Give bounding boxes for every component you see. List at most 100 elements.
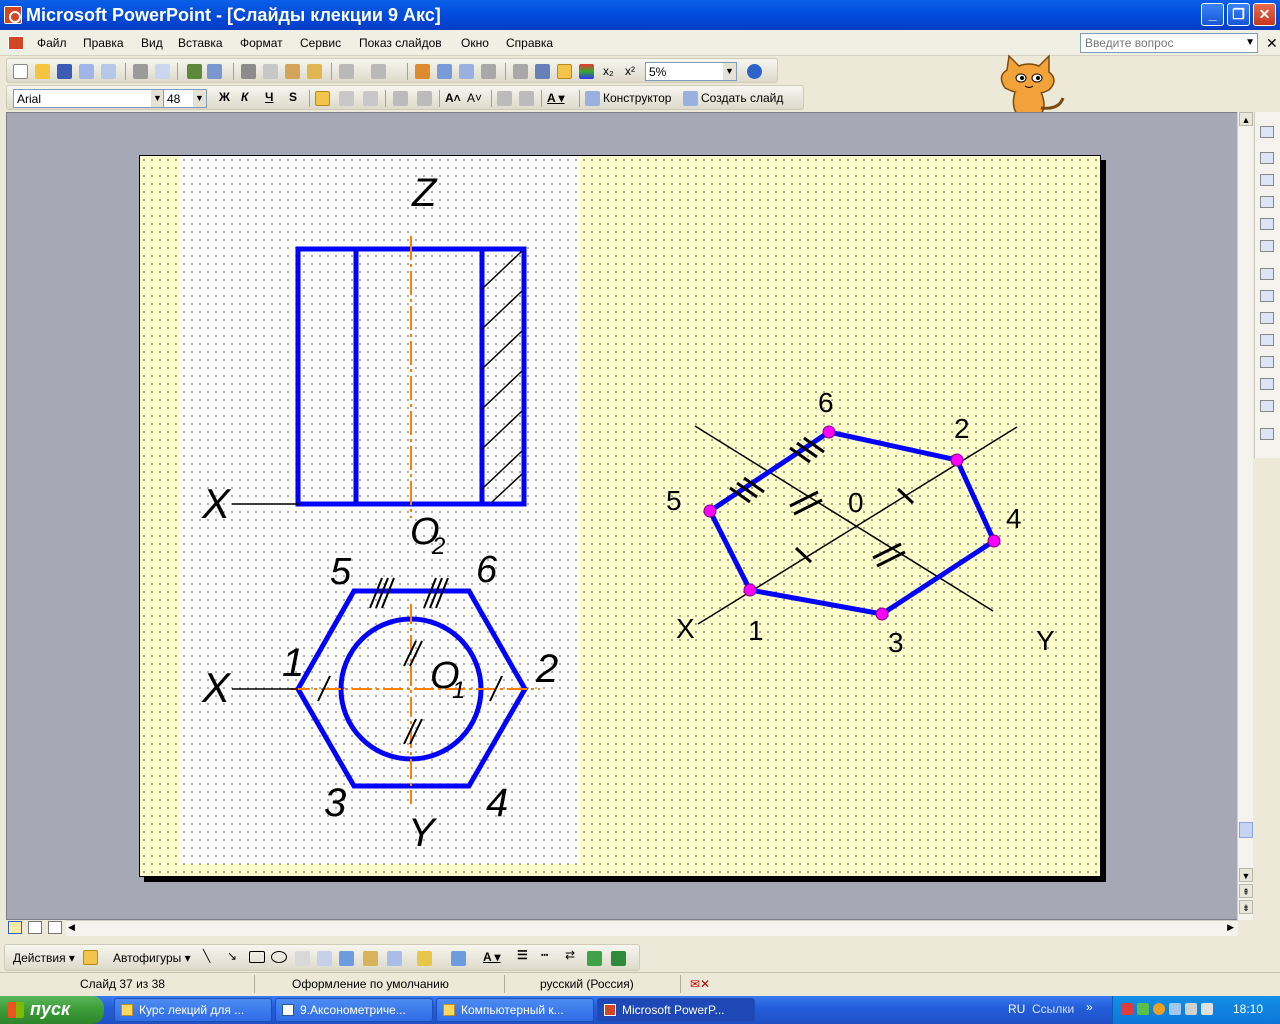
document-icon[interactable] xyxy=(8,36,24,50)
print-preview-icon[interactable] xyxy=(155,64,170,79)
help-question-input[interactable]: Введите вопрос ▼ xyxy=(1080,33,1258,53)
research-icon[interactable] xyxy=(207,64,222,79)
menu-window[interactable]: Окно xyxy=(461,36,489,50)
dash-style-icon[interactable]: ┅ xyxy=(541,948,548,962)
slide-canvas[interactable]: Z X O 2 5 6 1 2 X O 1 3 4 Y 6 2 5 0 4 X … xyxy=(139,155,1101,877)
network-icon[interactable] xyxy=(1137,1003,1149,1015)
maximize-button[interactable]: ❐ xyxy=(1227,3,1250,26)
autoshapes-menu[interactable]: Автофигуры ▾ xyxy=(113,951,191,965)
shadow-button[interactable]: S xyxy=(289,90,297,104)
undo-icon[interactable] xyxy=(339,64,354,79)
powerpoint-app-icon[interactable] xyxy=(4,6,22,24)
arrow-style-icon[interactable]: ⇄ xyxy=(565,948,575,962)
align-left-icon[interactable] xyxy=(315,91,330,106)
paste-icon[interactable] xyxy=(285,64,300,79)
draw-font-color-icon[interactable]: A ▾ xyxy=(483,950,501,964)
less-brightness-icon[interactable] xyxy=(1260,240,1274,252)
redo-icon[interactable] xyxy=(371,64,386,79)
bold-button[interactable]: Ж xyxy=(219,90,230,104)
close-document-icon[interactable]: ✕ xyxy=(1266,35,1278,52)
table-icon[interactable] xyxy=(437,64,452,79)
volume-icon[interactable] xyxy=(1201,1003,1213,1015)
permission-icon[interactable] xyxy=(79,64,94,79)
open-folder-icon[interactable] xyxy=(35,64,50,79)
increase-indent-icon[interactable] xyxy=(519,91,534,106)
more-contrast-icon[interactable] xyxy=(1260,174,1274,186)
spelling-icon[interactable] xyxy=(187,64,202,79)
links-toolbar[interactable]: Ссылки xyxy=(1032,1002,1074,1016)
superscript-icon[interactable]: x² xyxy=(625,64,635,78)
menu-edit[interactable]: Правка xyxy=(83,36,124,50)
recolor-icon[interactable] xyxy=(1260,356,1274,368)
font-size-select[interactable]: 48 ▼ xyxy=(163,89,207,108)
taskbar-item-word[interactable]: 9.Аксонометриче... xyxy=(275,998,433,1022)
office-assistant-cat-icon[interactable] xyxy=(985,48,1071,118)
menu-format[interactable]: Формат xyxy=(240,36,283,50)
cut-icon[interactable] xyxy=(241,64,256,79)
numbering-icon[interactable] xyxy=(393,91,408,106)
normal-view-icon[interactable] xyxy=(8,921,22,934)
line-style-icon[interactable] xyxy=(1260,312,1274,324)
arrow-icon[interactable]: ↘ xyxy=(227,949,237,963)
decrease-font-icon[interactable]: A˅ xyxy=(467,91,482,105)
chevron-down-icon[interactable]: ▼ xyxy=(193,90,206,107)
hyperlink-icon[interactable] xyxy=(481,64,496,79)
spelling-status-icon[interactable]: ✉✕ xyxy=(690,977,710,991)
new-slide-button[interactable]: Создать слайд xyxy=(701,91,783,105)
print-icon[interactable] xyxy=(133,64,148,79)
scroll-left-icon[interactable]: ◀ xyxy=(68,922,75,933)
slideshow-view-icon[interactable] xyxy=(48,921,62,934)
line-style-icon[interactable]: ☰ xyxy=(517,948,528,962)
chart-icon[interactable] xyxy=(415,64,430,79)
select-pointer-icon[interactable] xyxy=(83,950,98,965)
menu-tools[interactable]: Сервис xyxy=(300,36,341,50)
insert-picture-icon[interactable] xyxy=(1260,126,1274,138)
scroll-thumb[interactable] xyxy=(1239,822,1253,838)
scroll-down-icon[interactable]: ▼ xyxy=(1239,868,1253,882)
format-picture-icon[interactable] xyxy=(1260,378,1274,390)
fill-color-icon[interactable] xyxy=(417,951,432,966)
vertical-scrollbar[interactable]: ▲ ▼ ⇞ ⇟ xyxy=(1237,112,1253,920)
picture-icon[interactable] xyxy=(387,951,402,966)
oval-icon[interactable] xyxy=(271,951,287,963)
format-painter-icon[interactable] xyxy=(307,64,322,79)
email-icon[interactable] xyxy=(101,64,116,79)
chevron-down-icon[interactable]: ▼ xyxy=(1245,37,1255,48)
next-slide-icon[interactable]: ⇟ xyxy=(1239,900,1253,914)
compress-icon[interactable] xyxy=(1260,334,1274,346)
taskbar-item-folder[interactable]: Курс лекций для ... xyxy=(114,998,272,1022)
color-grayscale-icon[interactable] xyxy=(579,64,594,79)
new-document-icon[interactable] xyxy=(13,64,28,79)
expand-all-icon[interactable] xyxy=(513,64,528,79)
start-button[interactable]: пуск xyxy=(0,996,104,1024)
align-right-icon[interactable] xyxy=(363,91,378,106)
show-formatting-icon[interactable] xyxy=(535,64,550,79)
diagram-icon[interactable] xyxy=(339,951,354,966)
tables-borders-icon[interactable] xyxy=(459,64,474,79)
previous-slide-icon[interactable]: ⇞ xyxy=(1239,884,1253,898)
color-icon[interactable] xyxy=(1260,152,1274,164)
bullets-icon[interactable] xyxy=(417,91,432,106)
taskbar-item-powerpoint[interactable]: Microsoft PowerP... xyxy=(597,998,755,1022)
menu-file[interactable]: Файл xyxy=(37,36,67,50)
set-transparent-icon[interactable] xyxy=(1260,400,1274,412)
subscript-icon[interactable]: x₂ xyxy=(603,64,614,78)
3d-style-icon[interactable] xyxy=(611,951,626,966)
chevron-down-icon[interactable]: ▼ xyxy=(723,63,736,80)
printer-tray-icon[interactable] xyxy=(1185,1003,1197,1015)
more-brightness-icon[interactable] xyxy=(1260,218,1274,230)
reset-picture-icon[interactable] xyxy=(1260,428,1274,440)
zoom-select[interactable]: 5% ▼ xyxy=(645,62,737,81)
menu-slideshow[interactable]: Показ слайдов xyxy=(359,36,442,50)
slide-sorter-icon[interactable] xyxy=(28,921,42,934)
font-color-icon[interactable]: A ▾ xyxy=(547,91,565,105)
save-icon[interactable] xyxy=(57,64,72,79)
text-box-icon[interactable] xyxy=(295,951,310,966)
scroll-right-icon[interactable]: ▶ xyxy=(1227,922,1234,933)
show-grid-icon[interactable] xyxy=(557,64,572,79)
shadow-style-icon[interactable] xyxy=(587,951,602,966)
help-icon[interactable] xyxy=(747,64,762,79)
actions-menu[interactable]: Действия ▾ xyxy=(13,951,75,965)
messenger-icon[interactable] xyxy=(1153,1003,1165,1015)
font-name-select[interactable]: Arial ▼ xyxy=(13,89,165,108)
